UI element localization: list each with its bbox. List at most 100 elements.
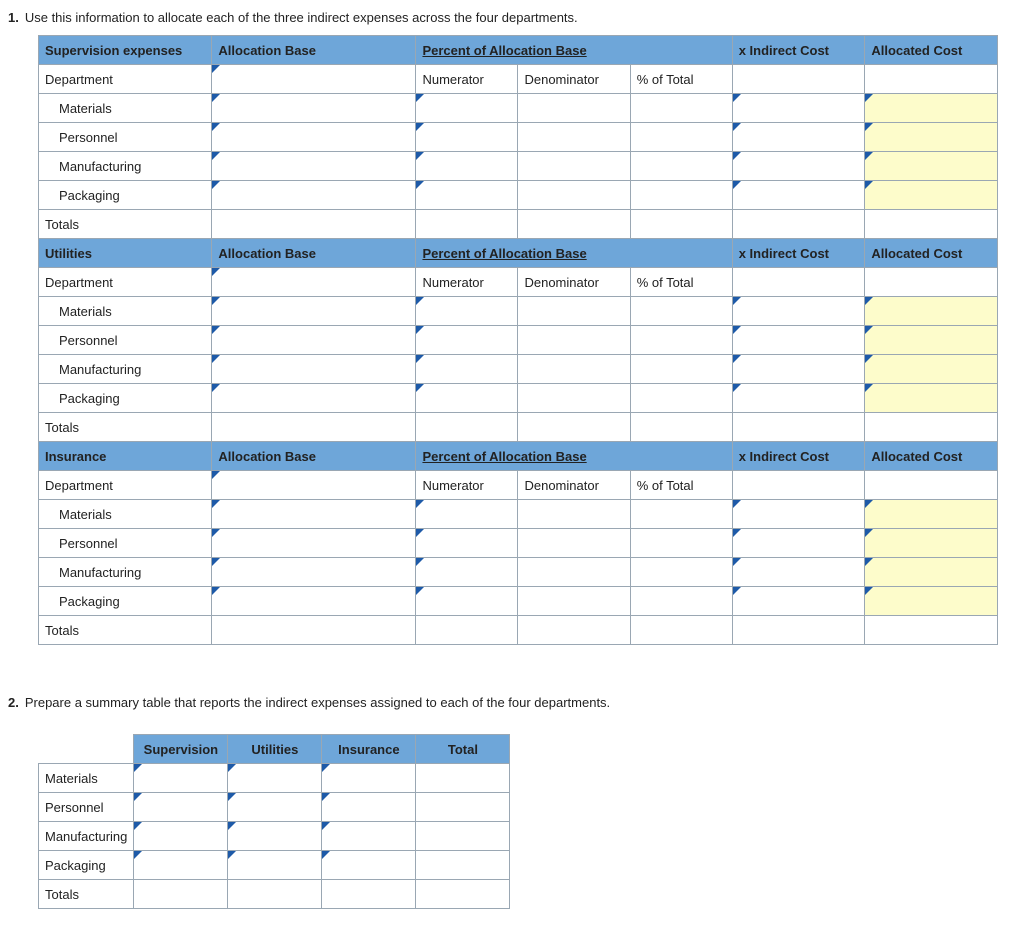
allocated-cost-output[interactable]	[865, 558, 998, 587]
indirect-cost-input[interactable]	[732, 500, 865, 529]
denominator-input[interactable]	[518, 587, 630, 616]
summary-cell[interactable]	[134, 822, 228, 851]
alloc-base-input[interactable]	[212, 529, 416, 558]
numerator-input[interactable]	[416, 181, 518, 210]
summary-cell	[416, 764, 510, 793]
denominator-input[interactable]	[518, 94, 630, 123]
pct-total-input[interactable]	[630, 355, 732, 384]
denominator-input[interactable]	[518, 529, 630, 558]
allocated-cost-output[interactable]	[865, 94, 998, 123]
indirect-cost-input[interactable]	[732, 181, 865, 210]
indirect-cost-input[interactable]	[732, 587, 865, 616]
alloc-base-input[interactable]	[212, 65, 416, 94]
summary-cell[interactable]	[134, 793, 228, 822]
pct-total-input[interactable]	[630, 297, 732, 326]
dept-row-label: Manufacturing	[39, 152, 212, 181]
pct-total-input[interactable]	[630, 384, 732, 413]
allocated-cost-output[interactable]	[865, 326, 998, 355]
numerator-input[interactable]	[416, 94, 518, 123]
allocated-cost-output[interactable]	[865, 384, 998, 413]
alloc-base-input[interactable]	[212, 355, 416, 384]
numerator-input[interactable]	[416, 500, 518, 529]
allocated-cost-output[interactable]	[865, 529, 998, 558]
indirect-cost-input[interactable]	[732, 326, 865, 355]
indirect-cost-input[interactable]	[732, 355, 865, 384]
pct-total-input[interactable]	[630, 181, 732, 210]
summary-cell[interactable]	[228, 851, 322, 880]
summary-cell[interactable]	[322, 764, 416, 793]
pct-total-input[interactable]	[630, 326, 732, 355]
department-label: Department	[39, 65, 212, 94]
summary-cell[interactable]	[134, 764, 228, 793]
totals-pct	[630, 210, 732, 239]
numerator-input[interactable]	[416, 326, 518, 355]
numerator-input[interactable]	[416, 558, 518, 587]
indirect-cost-input[interactable]	[732, 529, 865, 558]
allocated-cost-header: Allocated Cost	[865, 442, 998, 471]
dept-row-label: Personnel	[39, 529, 212, 558]
pct-total-input[interactable]	[630, 529, 732, 558]
dept-row-label: Materials	[39, 500, 212, 529]
alloc-base-input[interactable]	[212, 94, 416, 123]
allocated-cost-output[interactable]	[865, 297, 998, 326]
alloc-base-input[interactable]	[212, 268, 416, 297]
allocated-blank	[865, 471, 998, 500]
numerator-input[interactable]	[416, 123, 518, 152]
alloc-base-input[interactable]	[212, 384, 416, 413]
denominator-label: Denominator	[518, 471, 630, 500]
allocated-cost-output[interactable]	[865, 181, 998, 210]
numerator-input[interactable]	[416, 152, 518, 181]
summary-cell[interactable]	[322, 793, 416, 822]
denominator-input[interactable]	[518, 384, 630, 413]
allocated-cost-output[interactable]	[865, 152, 998, 181]
numerator-input[interactable]	[416, 297, 518, 326]
alloc-base-input[interactable]	[212, 123, 416, 152]
summary-cell[interactable]	[134, 851, 228, 880]
allocated-cost-output[interactable]	[865, 500, 998, 529]
alloc-base-input[interactable]	[212, 152, 416, 181]
denominator-input[interactable]	[518, 500, 630, 529]
denominator-input[interactable]	[518, 123, 630, 152]
alloc-base-input[interactable]	[212, 326, 416, 355]
indirect-cost-input[interactable]	[732, 558, 865, 587]
alloc-base-input[interactable]	[212, 500, 416, 529]
allocated-cost-output[interactable]	[865, 123, 998, 152]
denominator-input[interactable]	[518, 558, 630, 587]
indirect-cost-input[interactable]	[732, 123, 865, 152]
summary-cell[interactable]	[228, 764, 322, 793]
pct-total-input[interactable]	[630, 500, 732, 529]
pct-total-input[interactable]	[630, 152, 732, 181]
summary-cell[interactable]	[228, 822, 322, 851]
pct-total-input[interactable]	[630, 123, 732, 152]
numerator-input[interactable]	[416, 587, 518, 616]
denominator-input[interactable]	[518, 297, 630, 326]
allocated-cost-output[interactable]	[865, 355, 998, 384]
indirect-cost-input[interactable]	[732, 384, 865, 413]
denominator-input[interactable]	[518, 152, 630, 181]
indirect-cost-input[interactable]	[732, 94, 865, 123]
alloc-base-input[interactable]	[212, 471, 416, 500]
summary-col-header: Insurance	[322, 735, 416, 764]
denominator-input[interactable]	[518, 355, 630, 384]
pct-total-input[interactable]	[630, 94, 732, 123]
numerator-input[interactable]	[416, 529, 518, 558]
indirect-blank	[732, 471, 865, 500]
indirect-cost-input[interactable]	[732, 297, 865, 326]
pct-total-input[interactable]	[630, 587, 732, 616]
summary-cell[interactable]	[322, 822, 416, 851]
denominator-input[interactable]	[518, 326, 630, 355]
alloc-base-input[interactable]	[212, 587, 416, 616]
indirect-cost-input[interactable]	[732, 152, 865, 181]
summary-cell[interactable]	[228, 793, 322, 822]
denominator-input[interactable]	[518, 181, 630, 210]
summary-cell[interactable]	[322, 851, 416, 880]
numerator-input[interactable]	[416, 384, 518, 413]
alloc-base-input[interactable]	[212, 558, 416, 587]
pct-total-label: % of Total	[630, 65, 732, 94]
pct-total-input[interactable]	[630, 558, 732, 587]
numerator-input[interactable]	[416, 355, 518, 384]
alloc-base-input[interactable]	[212, 181, 416, 210]
denominator-label: Denominator	[518, 268, 630, 297]
allocated-cost-output[interactable]	[865, 587, 998, 616]
alloc-base-input[interactable]	[212, 297, 416, 326]
